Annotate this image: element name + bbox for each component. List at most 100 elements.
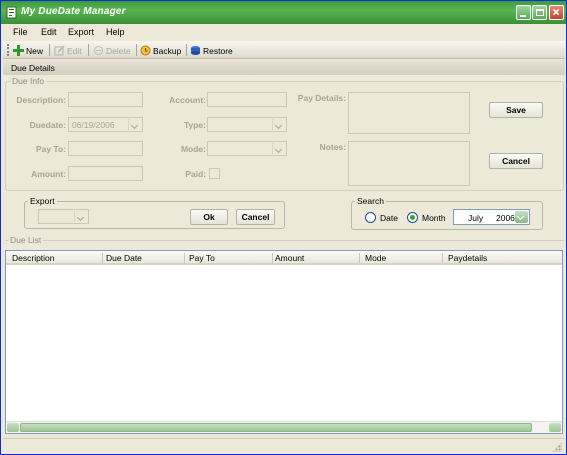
delete-button-label: Delete [106,45,131,56]
due-info-legend: Due Info [10,76,47,86]
cancel-button[interactable]: Cancel [489,153,543,169]
window-title: My DueDate Manager [21,6,126,17]
chevron-down-icon[interactable] [515,211,528,223]
date-radio-label: Date [380,213,398,223]
minimize-button[interactable] [516,5,531,20]
toolbar-grip[interactable] [7,44,10,56]
month-radio-label: Month [422,213,446,223]
column-separator[interactable] [272,253,273,263]
pay-to-label: Pay To: [35,144,66,154]
restore-button[interactable]: Restore [190,44,233,57]
export-legend: Export [28,196,57,206]
export-format-select[interactable] [38,209,89,224]
menu-edit[interactable]: Edit [41,27,57,37]
month-picker[interactable]: July 2006 [453,209,530,225]
column-mode[interactable]: Mode [365,253,386,263]
horizontal-scrollbar[interactable] [6,421,562,433]
due-list-table[interactable]: Description Due Date Pay To Amount Mode … [5,250,563,434]
chevron-down-icon[interactable] [128,119,141,130]
resize-grip-icon[interactable] [552,442,562,452]
chevron-down-icon[interactable] [272,143,285,154]
duedate-value: 06/19/2006 [72,120,115,130]
column-separator[interactable] [184,253,185,263]
year-value: 2006 [496,213,515,223]
backup-button[interactable]: Backup [140,44,181,57]
maximize-icon [536,9,544,16]
delete-button[interactable]: Delete [93,44,131,57]
month-value: July [468,213,484,223]
menu-file[interactable]: File [13,27,28,37]
description-label: Description: [16,95,66,105]
column-due-date[interactable]: Due Date [106,253,142,263]
new-icon [13,45,24,56]
due-list-header: Description Due Date Pay To Amount Mode … [6,251,562,265]
maximize-button[interactable] [532,5,547,20]
restore-button-label: Restore [203,45,233,56]
edit-button[interactable]: Edit [54,44,82,57]
scroll-thumb[interactable] [20,423,532,432]
export-ok-button[interactable]: Ok [190,209,228,225]
restore-icon [191,46,200,55]
column-pay-to[interactable]: Pay To [189,253,215,263]
amount-label: Amount: [31,169,66,179]
app-window: My DueDate Manager File Edit Export Help… [0,0,567,455]
search-legend: Search [355,196,386,206]
search-group: Search Date Month July 2006 [351,196,543,230]
toolbar-separator [186,44,187,56]
mode-select[interactable] [207,141,287,156]
type-label: Type: [183,120,206,130]
menu-bar: File Edit Export Help [1,24,566,40]
status-bar [3,438,565,454]
paid-checkbox[interactable] [209,168,220,179]
column-paydetails[interactable]: Paydetails [448,253,487,263]
menu-help[interactable]: Help [106,27,125,37]
due-list-divider [5,240,564,241]
save-button[interactable]: Save [489,102,543,118]
pay-details-input[interactable] [348,92,470,134]
tab-due-details[interactable]: Due Details [3,60,565,75]
app-icon [6,6,17,19]
chevron-down-icon[interactable] [74,211,87,222]
column-separator[interactable] [442,253,443,263]
scroll-left-arrow[interactable] [7,423,19,432]
export-group: Export Ok Cancel [24,196,285,229]
toolbar: New Edit Delete Backup Restore [3,41,565,59]
backup-button-label: Backup [153,45,182,56]
column-separator[interactable] [359,253,360,263]
description-input[interactable] [68,92,143,107]
close-icon [552,8,560,16]
account-input[interactable] [207,92,287,107]
date-radio[interactable] [365,212,376,223]
paid-label: Paid: [185,169,206,179]
notes-input[interactable] [348,141,470,186]
delete-icon [94,46,103,55]
due-info-group: Due Info Description: Account: Pay Detai… [5,76,564,191]
toolbar-separator [88,44,89,56]
column-description[interactable]: Description [12,253,55,263]
chevron-down-icon[interactable] [272,119,285,130]
new-button[interactable]: New [13,44,43,57]
tab-due-details-label: Due Details [11,63,55,73]
month-radio[interactable] [407,212,418,223]
close-button[interactable] [549,5,564,20]
edit-button-label: Edit [67,45,82,56]
menu-export[interactable]: Export [68,27,94,37]
type-select[interactable] [207,117,287,132]
due-list-legend: Due List [8,235,44,245]
edit-icon [54,45,65,56]
notes-label: Notes: [319,142,346,152]
pay-to-input[interactable] [68,141,143,156]
new-button-label: New [26,45,44,56]
export-cancel-button[interactable]: Cancel [236,209,275,225]
mode-label: Mode: [180,144,206,154]
backup-icon [140,45,151,56]
duedate-label: Duedate: [29,120,66,130]
column-separator[interactable] [102,253,103,263]
account-label: Account: [169,95,206,105]
title-bar[interactable]: My DueDate Manager [1,1,566,24]
duedate-picker[interactable]: 06/19/2006 [68,117,143,132]
pay-details-label: Pay Details: [297,93,346,103]
amount-input[interactable] [68,166,143,181]
scroll-right-arrow[interactable] [549,423,561,432]
column-amount[interactable]: Amount [275,253,304,263]
